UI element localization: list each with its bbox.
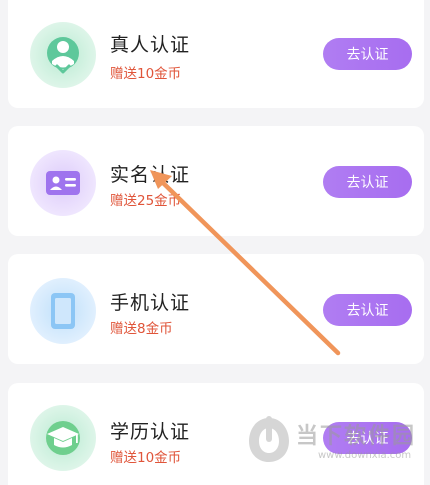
graduation-cap-icon (30, 405, 96, 471)
card-title: 手机认证 (110, 292, 191, 314)
verification-card-real-person: 真人认证 赠送10金币 去认证 (8, 0, 424, 108)
phone-icon (30, 278, 96, 344)
verify-button[interactable]: 去认证 (323, 294, 412, 326)
card-title: 学历认证 (110, 421, 191, 443)
reward-text: 赠送10金币 (110, 450, 182, 466)
verification-card-real-name: 实名认证 赠送25金币 去认证 (8, 126, 424, 236)
verify-button[interactable]: 去认证 (323, 166, 412, 198)
verification-card-phone: 手机认证 赠送8金币 去认证 (8, 254, 424, 364)
reward-text: 赠送8金币 (110, 321, 173, 337)
watermark-text: 当下软件园 (296, 424, 417, 449)
reward-text: 赠送10金币 (110, 66, 182, 82)
watermark: 当下软件园 www.downxia.com (246, 408, 426, 472)
reward-text: 赠送25金币 (110, 193, 182, 209)
card-title: 实名认证 (110, 164, 191, 186)
watermark-url: www.downxia.com (318, 450, 412, 461)
verify-button[interactable]: 去认证 (323, 38, 412, 70)
person-icon (30, 22, 96, 88)
id-card-icon (30, 150, 96, 216)
watermark-logo-icon (249, 416, 289, 462)
card-title: 真人认证 (110, 34, 191, 56)
